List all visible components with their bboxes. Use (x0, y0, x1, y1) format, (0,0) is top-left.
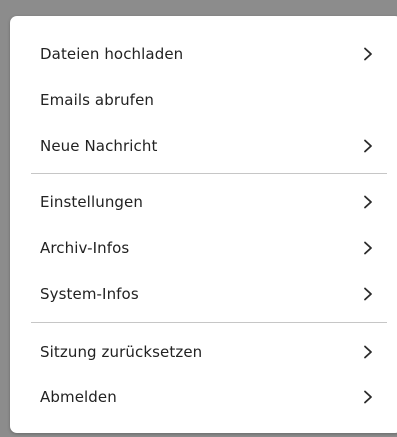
menu-item-abmelden[interactable]: Abmelden (10, 374, 397, 420)
chevron-right-icon (362, 345, 374, 359)
context-menu: Dateien hochladen Emails abrufen Neue Na… (10, 16, 397, 433)
chevron-right-icon (362, 390, 374, 404)
menu-item-system-infos[interactable]: System-Infos (10, 271, 397, 317)
menu-item-label: Abmelden (40, 388, 117, 406)
menu-item-label: Emails abrufen (40, 91, 155, 109)
menu-item-neue-nachricht[interactable]: Neue Nachricht (10, 123, 397, 169)
menu-item-dateien-hochladen[interactable]: Dateien hochladen (10, 31, 397, 77)
menu-divider (31, 322, 387, 323)
menu-item-einstellungen[interactable]: Einstellungen (10, 179, 397, 225)
menu-item-sitzung-zuruecksetzen[interactable]: Sitzung zurücksetzen (10, 329, 397, 375)
chevron-right-icon (362, 287, 374, 301)
menu-item-label: Dateien hochladen (40, 45, 184, 63)
menu-item-label: Archiv-Infos (40, 239, 130, 257)
menu-item-label: Sitzung zurücksetzen (40, 343, 203, 361)
menu-item-label: Neue Nachricht (40, 137, 158, 155)
chevron-right-icon (362, 241, 374, 255)
menu-item-label: System-Infos (40, 285, 139, 303)
menu-item-archiv-infos[interactable]: Archiv-Infos (10, 225, 397, 271)
chevron-right-icon (362, 47, 374, 61)
chevron-right-icon (362, 139, 374, 153)
chevron-right-icon (362, 195, 374, 209)
menu-item-label: Einstellungen (40, 193, 143, 211)
menu-divider (31, 173, 387, 174)
menu-item-emails-abrufen[interactable]: Emails abrufen (10, 77, 397, 123)
